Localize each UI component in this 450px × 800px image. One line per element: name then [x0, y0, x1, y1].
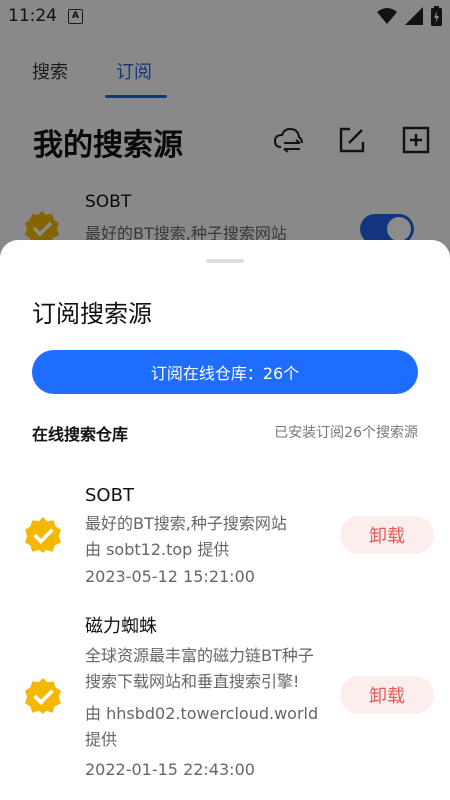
- uninstall-button[interactable]: 卸载: [340, 516, 434, 554]
- bottom-sheet: 订阅搜索源 订阅在线仓库：26个 在线搜索仓库 已安装订阅26个搜索源 SOBT…: [0, 240, 450, 800]
- verified-badge-icon: [25, 517, 61, 553]
- uninstall-button[interactable]: 卸载: [340, 676, 434, 714]
- source-date: 2023-05-12 15:21:00: [85, 567, 255, 586]
- section-label: 在线搜索仓库: [32, 425, 129, 444]
- sheet-title: 订阅搜索源: [32, 300, 152, 328]
- drag-handle[interactable]: [206, 259, 244, 263]
- subscribe-online-repo-button[interactable]: 订阅在线仓库：26个: [32, 350, 418, 394]
- source-name: SOBT: [85, 485, 134, 506]
- source-provider-line1: 由 hhsbd02.towercloud.world: [85, 704, 319, 723]
- source-desc-line2: 搜索下载网站和垂直搜索引擎!: [85, 672, 300, 691]
- list-item: SOBT 最好的BT搜索,种子搜索网站 由 sobt12.top 提供 2023…: [0, 480, 450, 592]
- installed-count: 已安装订阅26个搜索源: [274, 425, 418, 441]
- source-provider: 由 sobt12.top 提供: [85, 540, 230, 559]
- verified-badge-icon: [25, 678, 61, 714]
- source-name: 磁力蜘蛛: [85, 616, 157, 637]
- source-desc: 最好的BT搜索,种子搜索网站: [85, 514, 287, 533]
- source-provider-line2: 提供: [85, 730, 118, 749]
- source-date: 2022-01-15 22:43:00: [85, 760, 255, 779]
- list-item: 磁力蜘蛛 全球资源最丰富的磁力链BT种子 搜索下载网站和垂直搜索引擎! 由 hh…: [0, 610, 450, 780]
- source-desc-line1: 全球资源最丰富的磁力链BT种子: [85, 646, 314, 665]
